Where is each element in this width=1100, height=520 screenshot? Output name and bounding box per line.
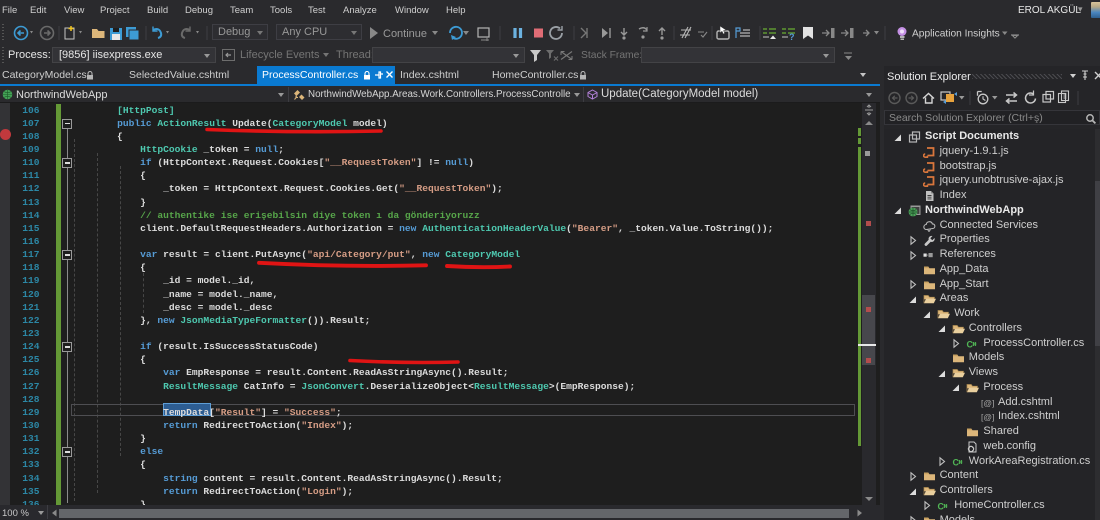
svg-text:[@]: [@] <box>981 412 994 422</box>
svg-text:?: ? <box>789 32 795 42</box>
svg-text:C: C <box>938 501 945 511</box>
svg-text:C: C <box>967 339 974 349</box>
svg-text:C: C <box>952 457 959 467</box>
svg-text:Application Insights: Application Insights <box>912 29 1000 40</box>
svg-text:Continue: Continue <box>383 28 427 40</box>
svg-text:[@]: [@] <box>981 398 994 408</box>
